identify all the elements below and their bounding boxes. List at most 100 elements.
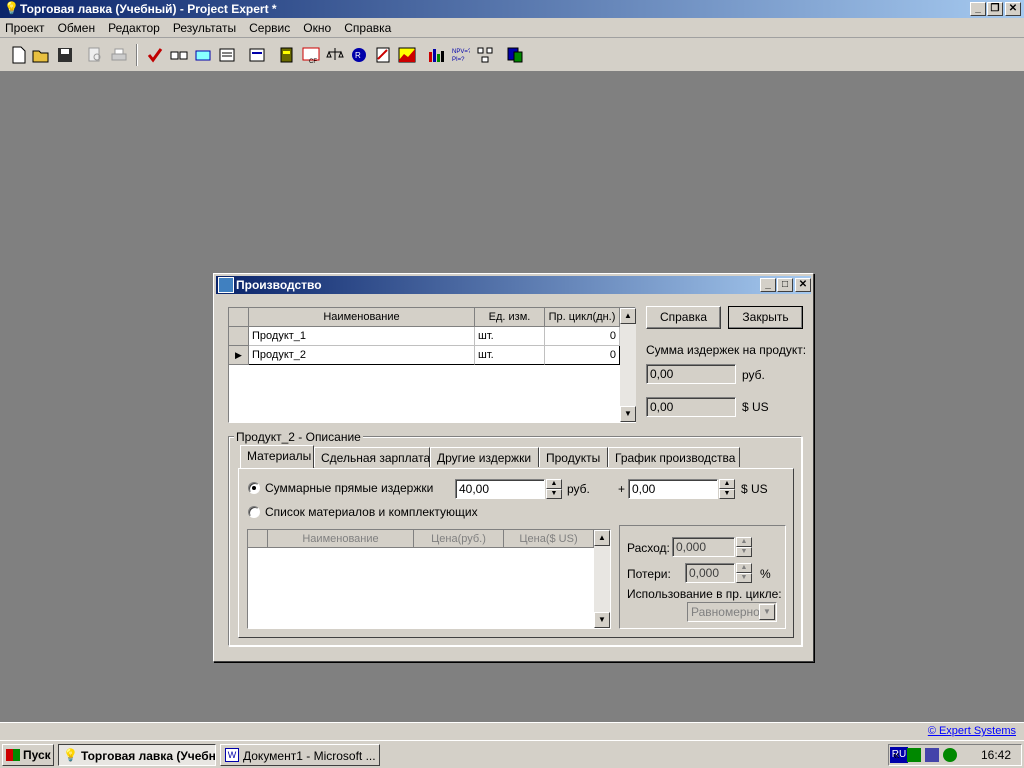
tray-expand-icon[interactable]: « — [893, 748, 900, 762]
materials-scrollbar[interactable]: ▲ ▼ — [594, 530, 610, 628]
start-button[interactable]: Пуск — [2, 744, 54, 766]
app-title-bar: 💡 Торговая лавка (Учебный) - Project Exp… — [0, 0, 1024, 18]
cashflow-table-icon[interactable]: CF — [302, 46, 320, 64]
monitor-icon[interactable] — [925, 748, 939, 762]
print-preview-icon[interactable] — [86, 46, 104, 64]
scroll-down-button[interactable]: ▼ — [594, 612, 610, 628]
close-button[interactable]: ✕ — [1005, 2, 1021, 16]
document-icon[interactable] — [218, 46, 236, 64]
tree-icon[interactable] — [476, 46, 494, 64]
scroll-down-button[interactable]: ▼ — [620, 406, 636, 422]
total-usd-input[interactable]: 0,00 — [628, 479, 718, 499]
menu-editor[interactable]: Редактор — [103, 18, 165, 38]
link-icon[interactable] — [194, 46, 212, 64]
col-header-cycle[interactable]: Пр. цикл(дн.) — [545, 308, 620, 327]
menu-window[interactable]: Окно — [298, 18, 336, 38]
book-icon[interactable] — [278, 46, 296, 64]
radio-total-costs[interactable] — [248, 482, 260, 494]
taskbar-item-label: Торговая лавка (Учебный)... — [81, 749, 216, 763]
spin-up-icon[interactable]: ▲ — [546, 479, 562, 489]
total-usd-stepper[interactable]: ▲ ▼ — [719, 479, 735, 499]
spin-up-icon[interactable]: ▲ — [719, 479, 735, 489]
report-icon[interactable]: R — [350, 46, 368, 64]
antivirus-icon[interactable] — [943, 748, 957, 762]
spin-down-icon: ▼ — [736, 573, 752, 583]
grid-corner — [229, 308, 249, 327]
help-button[interactable]: Справка — [646, 306, 721, 329]
dialog-title: Производство — [236, 278, 322, 292]
dialog-close-button[interactable]: ✕ — [795, 278, 811, 292]
loss-stepper: ▲ ▼ — [736, 563, 752, 583]
scroll-up-button[interactable]: ▲ — [620, 308, 636, 324]
tools-icon[interactable] — [506, 46, 524, 64]
npv-pi-icon[interactable]: NPV=? PI=? — [452, 46, 470, 64]
print-icon[interactable] — [110, 46, 128, 64]
spin-up-icon: ▲ — [736, 537, 752, 547]
taskbar-item-word[interactable]: W Документ1 - Microsoft ... — [220, 744, 380, 766]
calendar-icon[interactable] — [248, 46, 266, 64]
menu-project[interactable]: Проект — [0, 18, 50, 38]
radio-materials-list-label[interactable]: Список материалов и комплектующих — [265, 505, 478, 519]
tab-products[interactable]: Продукты — [539, 447, 608, 467]
lightbulb-icon: 💡 — [4, 1, 19, 15]
col-header-name[interactable]: Наименование — [249, 308, 475, 327]
lightbulb-icon: 💡 — [63, 748, 78, 762]
tab-materials[interactable]: Материалы — [240, 445, 314, 468]
materials-grid: Наименование Цена(руб.) Цена($ US) ▲ ▼ — [247, 529, 611, 629]
menu-results[interactable]: Результаты — [168, 18, 241, 38]
checkbox-list-icon[interactable] — [170, 46, 188, 64]
open-folder-icon[interactable] — [32, 46, 50, 64]
expert-systems-link[interactable]: © Expert Systems — [928, 725, 1016, 737]
table-row[interactable]: Продукт_1 — [249, 327, 475, 346]
scroll-up-button[interactable]: ▲ — [594, 530, 610, 546]
total-costs-stepper[interactable]: ▲ ▼ — [546, 479, 562, 499]
spin-down-icon[interactable]: ▼ — [719, 489, 735, 499]
cost-usd-field: 0,00 — [646, 397, 736, 417]
col-header-unit[interactable]: Ед. изм. — [475, 308, 545, 327]
grid-corner — [248, 530, 268, 548]
taskbar-item-project-expert[interactable]: 💡 Торговая лавка (Учебный)... — [58, 744, 216, 766]
restore-button[interactable]: ❐ — [987, 2, 1003, 16]
close-dialog-button[interactable]: Закрыть — [728, 306, 803, 329]
table-cell-cycle[interactable]: 0 — [545, 327, 620, 346]
save-icon[interactable] — [56, 46, 74, 64]
production-dialog: Производство _ □ ✕ Наименование Ед. изм.… — [213, 273, 814, 662]
balance-icon[interactable] — [326, 46, 344, 64]
clock: 16:42 — [981, 748, 1012, 762]
tab-piecework-wages[interactable]: Сдельная зарплата — [314, 447, 430, 467]
table-row[interactable]: Продукт_2 — [249, 346, 475, 365]
menu-exchange[interactable]: Обмен — [53, 18, 101, 38]
network-icon[interactable] — [907, 748, 921, 762]
check-icon[interactable] — [146, 46, 164, 64]
total-costs-input[interactable]: 40,00 — [455, 479, 545, 499]
radio-total-costs-label[interactable]: Суммарные прямые издержки — [265, 481, 433, 495]
menu-service[interactable]: Сервис — [244, 18, 295, 38]
tab-production-schedule[interactable]: График производства — [608, 447, 740, 467]
expense-stepper: ▲ ▼ — [736, 537, 752, 557]
tab-other-costs[interactable]: Другие издержки — [430, 447, 539, 467]
start-label: Пуск — [23, 748, 51, 762]
system-tray: « 16:42 — [888, 744, 1022, 766]
total-costs-unit: руб. — [567, 482, 590, 496]
dialog-maximize-button[interactable]: □ — [777, 278, 793, 292]
table-cell-unit[interactable]: шт. — [475, 327, 545, 346]
loss-label: Потери: — [627, 567, 671, 581]
grid-scrollbar[interactable]: ▲ ▼ — [620, 308, 636, 422]
dialog-minimize-button[interactable]: _ — [760, 278, 776, 292]
spin-down-icon[interactable]: ▼ — [546, 489, 562, 499]
chart-icon[interactable] — [398, 46, 416, 64]
minimize-button[interactable]: _ — [970, 2, 986, 16]
group-title: Продукт_2 - Описание — [234, 430, 363, 444]
menu-help[interactable]: Справка — [339, 18, 396, 38]
dialog-title-bar: Производство _ □ ✕ — [216, 276, 811, 294]
taskbar: Пуск 💡 Торговая лавка (Учебный)... W Док… — [0, 740, 1024, 768]
cost-rub-field: 0,00 — [646, 364, 736, 384]
analysis-icon[interactable] — [374, 46, 392, 64]
new-file-icon[interactable] — [10, 46, 28, 64]
row-indicator-current: ▶ — [229, 346, 249, 365]
table-cell-cycle[interactable]: 0 — [545, 346, 620, 365]
cost-usd-unit: $ US — [742, 400, 769, 414]
table-cell-unit[interactable]: шт. — [475, 346, 545, 365]
radio-materials-list[interactable] — [248, 506, 260, 518]
bar-chart-icon[interactable] — [428, 46, 446, 64]
